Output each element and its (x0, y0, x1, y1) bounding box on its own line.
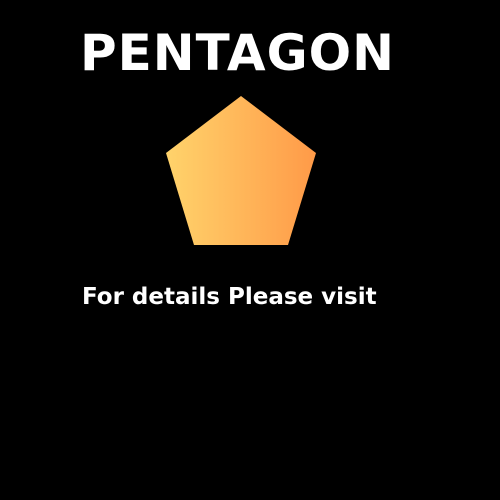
details-caption: For details Please visit (82, 284, 377, 310)
pentagon-shape (166, 96, 316, 245)
page-title: PENTAGON (80, 24, 395, 82)
pentagon-fill (166, 96, 316, 245)
